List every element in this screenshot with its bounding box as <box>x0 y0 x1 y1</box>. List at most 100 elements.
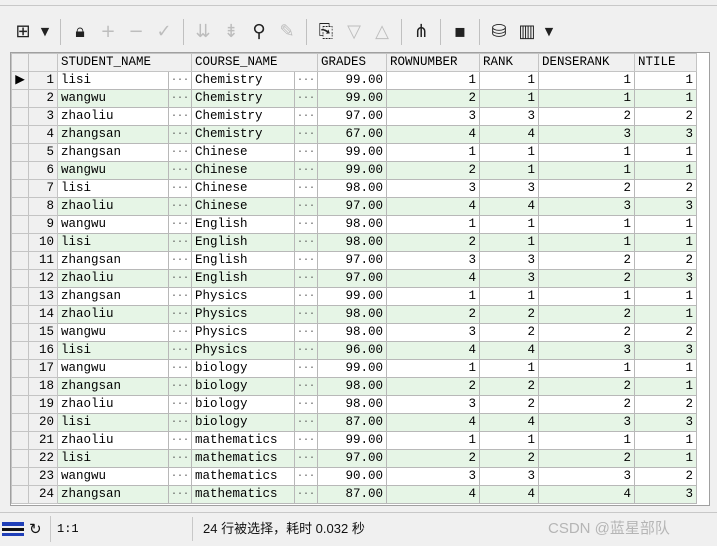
rownumber-cell[interactable]: 1 <box>386 287 481 306</box>
student-name-cell[interactable]: wangwu <box>57 161 169 180</box>
grades-cell[interactable]: 97.00 <box>317 449 388 468</box>
cell-edit-button[interactable]: ··· <box>294 341 319 360</box>
rank-cell[interactable]: 1 <box>479 287 540 306</box>
cell-edit-button[interactable]: ··· <box>294 89 319 108</box>
rownumber-cell[interactable]: 3 <box>386 107 481 126</box>
denserank-cell[interactable]: 2 <box>538 395 636 414</box>
cell-edit-button[interactable]: ··· <box>294 395 319 414</box>
grades-cell[interactable]: 98.00 <box>317 377 388 396</box>
table-row[interactable]: 21 zhaoliu ··· mathematics ··· 99.00 1 1 1 1 <box>11 431 698 450</box>
rank-cell[interactable]: 4 <box>479 413 540 432</box>
cell-edit-button[interactable]: ··· <box>294 359 319 378</box>
cell-edit-button[interactable]: ··· <box>167 143 193 162</box>
eraser-icon[interactable]: ✎ <box>276 20 298 44</box>
row-number-cell[interactable]: 7 <box>28 179 58 198</box>
rownumber-cell[interactable]: 3 <box>386 323 481 342</box>
row-indicator[interactable] <box>11 161 29 180</box>
grades-cell[interactable]: 99.00 <box>317 287 388 306</box>
row-number-cell[interactable]: 22 <box>28 449 58 468</box>
course-name-cell[interactable]: Physics <box>191 341 296 360</box>
cell-edit-button[interactable]: ··· <box>294 287 319 306</box>
row-number-cell[interactable]: 17 <box>28 359 58 378</box>
rank-cell[interactable]: 1 <box>479 233 540 252</box>
row-indicator[interactable] <box>11 323 29 342</box>
column-header-ntile[interactable]: NTILE <box>634 53 698 72</box>
rownumber-cell[interactable]: 3 <box>386 395 481 414</box>
row-number-cell[interactable]: 21 <box>28 431 58 450</box>
ntile-cell[interactable]: 2 <box>634 107 698 126</box>
lock-icon[interactable]: 🔒︎ <box>69 20 91 44</box>
grades-cell[interactable]: 87.00 <box>317 413 388 432</box>
plus-icon[interactable]: + <box>97 20 119 44</box>
student-name-cell[interactable]: lisi <box>57 71 169 90</box>
student-name-cell[interactable]: zhangsan <box>57 251 169 270</box>
rownumber-cell[interactable]: 1 <box>386 431 481 450</box>
grades-cell[interactable]: 98.00 <box>317 179 388 198</box>
row-indicator[interactable] <box>11 215 29 234</box>
table-row[interactable]: 22 lisi ··· mathematics ··· 97.00 2 2 2 1 <box>11 449 698 468</box>
row-indicator[interactable] <box>11 467 29 486</box>
table-row[interactable]: 14 zhaoliu ··· Physics ··· 98.00 2 2 2 1 <box>11 305 698 324</box>
cell-edit-button[interactable]: ··· <box>294 179 319 198</box>
student-name-cell[interactable]: zhaoliu <box>57 305 169 324</box>
course-name-cell[interactable]: mathematics <box>191 467 296 486</box>
rownumber-cell[interactable]: 1 <box>386 71 481 90</box>
denserank-cell[interactable]: 1 <box>538 233 636 252</box>
student-name-cell[interactable]: zhaoliu <box>57 107 169 126</box>
course-name-cell[interactable]: biology <box>191 413 296 432</box>
student-name-cell[interactable]: zhangsan <box>57 377 169 396</box>
student-name-cell[interactable]: zhangsan <box>57 125 169 144</box>
cell-edit-button[interactable]: ··· <box>167 341 193 360</box>
row-indicator[interactable] <box>11 233 29 252</box>
grades-cell[interactable]: 97.00 <box>317 269 388 288</box>
grades-cell[interactable]: 99.00 <box>317 89 388 108</box>
row-indicator[interactable] <box>11 89 29 108</box>
cell-edit-button[interactable]: ··· <box>294 143 319 162</box>
table-row[interactable]: 3 zhaoliu ··· Chemistry ··· 97.00 3 3 2 2 <box>11 107 698 126</box>
course-name-cell[interactable]: Physics <box>191 287 296 306</box>
ntile-cell[interactable]: 3 <box>634 269 698 288</box>
student-name-cell[interactable]: lisi <box>57 413 169 432</box>
table-row[interactable]: 2 wangwu ··· Chemistry ··· 99.00 2 1 1 1 <box>11 89 698 108</box>
ntile-cell[interactable]: 3 <box>634 125 698 144</box>
row-number-cell[interactable]: 8 <box>28 197 58 216</box>
rank-cell[interactable]: 2 <box>479 449 540 468</box>
rownumber-cell[interactable]: 4 <box>386 413 481 432</box>
ntile-cell[interactable]: 1 <box>634 287 698 306</box>
ntile-cell[interactable]: 1 <box>634 71 698 90</box>
student-name-cell[interactable]: zhaoliu <box>57 269 169 288</box>
table-row[interactable]: 16 lisi ··· Physics ··· 96.00 4 4 3 3 <box>11 341 698 360</box>
cell-edit-button[interactable]: ··· <box>167 359 193 378</box>
row-number-cell[interactable]: 14 <box>28 305 58 324</box>
cell-edit-button[interactable]: ··· <box>294 467 319 486</box>
ntile-cell[interactable]: 1 <box>634 89 698 108</box>
grades-cell[interactable]: 99.00 <box>317 359 388 378</box>
cell-edit-button[interactable]: ··· <box>167 323 193 342</box>
row-indicator[interactable] <box>11 431 29 450</box>
course-name-cell[interactable]: English <box>191 251 296 270</box>
course-name-cell[interactable]: biology <box>191 395 296 414</box>
student-name-cell[interactable]: lisi <box>57 449 169 468</box>
denserank-cell[interactable]: 1 <box>538 89 636 108</box>
cell-edit-button[interactable]: ··· <box>167 485 193 504</box>
rank-cell[interactable]: 3 <box>479 107 540 126</box>
student-name-cell[interactable]: zhangsan <box>57 485 169 504</box>
ntile-cell[interactable]: 1 <box>634 215 698 234</box>
cell-edit-button[interactable]: ··· <box>167 287 193 306</box>
rownumber-cell[interactable]: 2 <box>386 233 481 252</box>
rank-cell[interactable]: 3 <box>479 269 540 288</box>
cell-edit-button[interactable]: ··· <box>294 431 319 450</box>
column-header-rank[interactable]: RANK <box>479 53 540 72</box>
cell-edit-button[interactable]: ··· <box>294 485 319 504</box>
cell-edit-button[interactable]: ··· <box>294 161 319 180</box>
ntile-cell[interactable]: 1 <box>634 305 698 324</box>
student-name-cell[interactable]: wangwu <box>57 359 169 378</box>
rownumber-cell[interactable]: 3 <box>386 179 481 198</box>
student-name-cell[interactable]: zhaoliu <box>57 197 169 216</box>
denserank-cell[interactable]: 1 <box>538 71 636 90</box>
grades-cell[interactable]: 87.00 <box>317 485 388 504</box>
course-name-cell[interactable]: English <box>191 215 296 234</box>
ntile-cell[interactable]: 1 <box>634 359 698 378</box>
course-name-cell[interactable]: Chemistry <box>191 125 296 144</box>
denserank-cell[interactable]: 3 <box>538 413 636 432</box>
